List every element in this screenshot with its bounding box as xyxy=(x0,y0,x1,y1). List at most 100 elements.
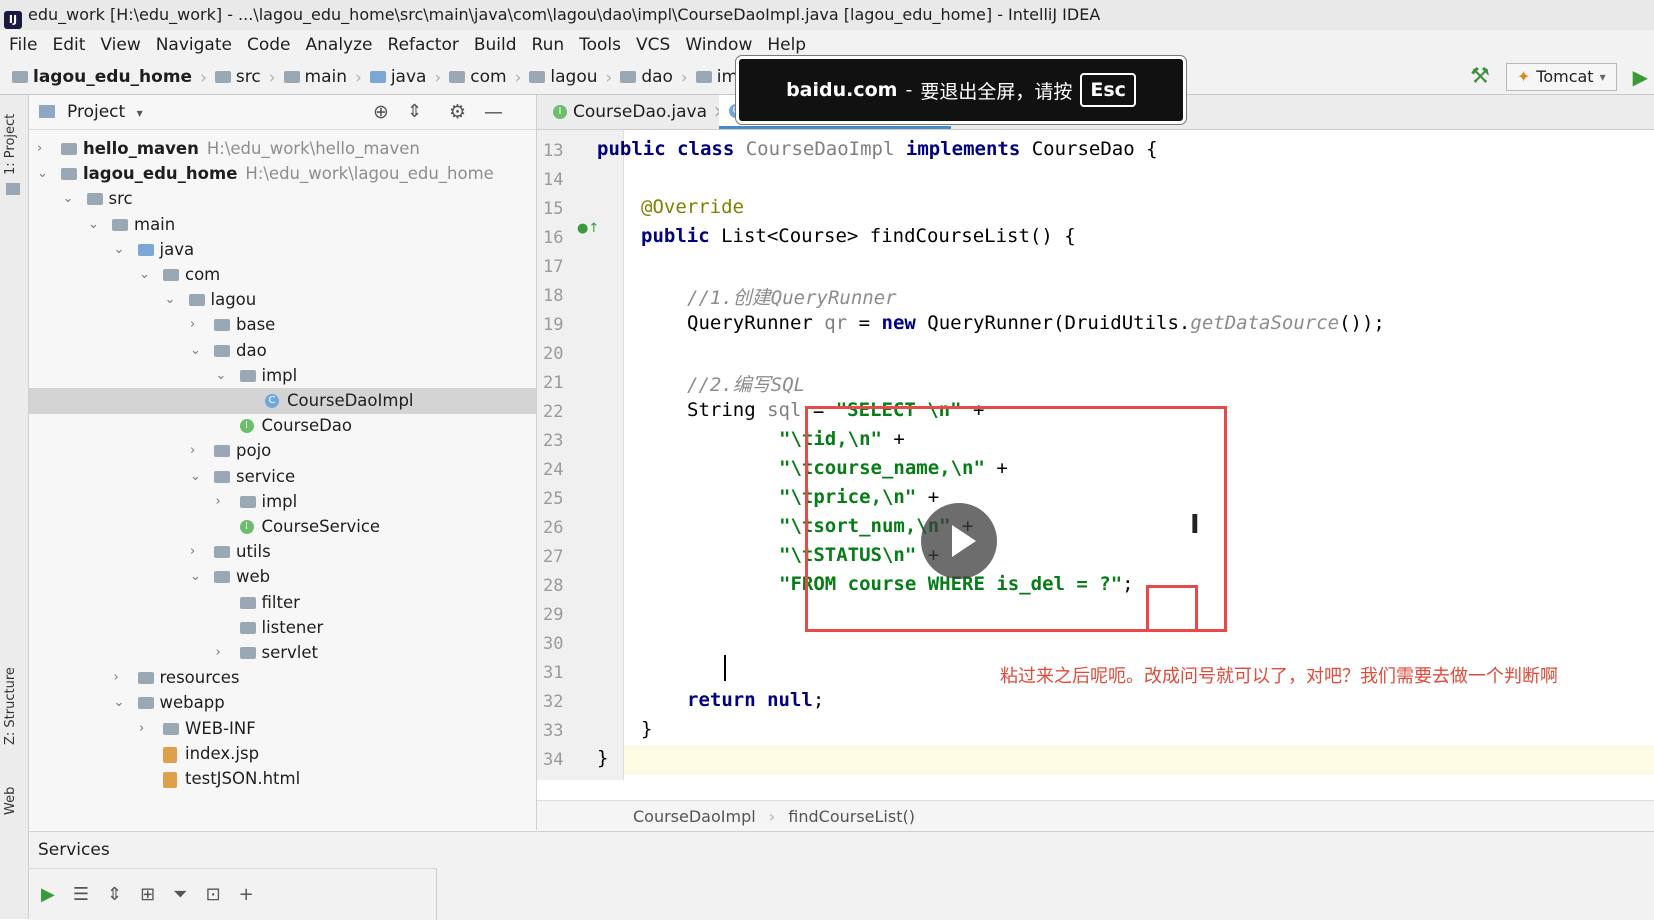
tree-item[interactable]: › base xyxy=(29,312,536,338)
menu-edit[interactable]: Edit xyxy=(52,35,85,55)
tree-item[interactable]: filter xyxy=(29,590,536,616)
tree-item[interactable]: › WEB-INF xyxy=(29,716,536,742)
tree-item[interactable]: testJSON.html xyxy=(29,766,536,792)
tree-item[interactable]: › resources xyxy=(29,665,536,691)
nav-crumb[interactable]: main xyxy=(283,60,347,94)
esc-key-badge[interactable]: Esc xyxy=(1080,73,1136,107)
tree-item[interactable]: ⌄ main xyxy=(29,212,536,238)
code-line[interactable]: QueryRunner qr = new QueryRunner(DruidUt… xyxy=(687,312,1385,334)
chevron-down-icon[interactable]: ▾ xyxy=(137,106,143,120)
tree-item[interactable]: index.jsp xyxy=(29,741,536,767)
chevron-right-icon[interactable]: › xyxy=(216,640,221,666)
tree-item[interactable]: ⌄ lagou_edu_home H:\edu_work\lagou_edu_hom… xyxy=(29,161,536,187)
tree-item[interactable]: › pojo xyxy=(29,438,536,464)
filter-icon[interactable]: ⏷ xyxy=(173,884,187,905)
code-line[interactable]: public List<Course> findCourseList() { xyxy=(641,225,1076,247)
tree-item[interactable]: listener xyxy=(29,615,536,641)
tree-item[interactable]: ⌄ src xyxy=(29,186,536,212)
project-panel-title[interactable]: Project xyxy=(67,102,125,122)
tree-item[interactable]: ⌄ dao xyxy=(29,338,536,364)
chevron-down-icon[interactable]: ⌄ xyxy=(114,237,125,263)
chevron-right-icon[interactable]: › xyxy=(190,539,195,565)
tree-item[interactable]: ⌄ lagou xyxy=(29,287,536,313)
chevron-down-icon[interactable]: ⌄ xyxy=(165,287,176,313)
run-icon[interactable]: ▶ xyxy=(1633,60,1648,94)
editor-tab[interactable]: ICourseDao.java× xyxy=(543,95,737,129)
chevron-down-icon[interactable]: ⌄ xyxy=(88,212,99,238)
breadcrumb-class[interactable]: CourseDaoImpl xyxy=(633,807,756,826)
nav-crumb[interactable]: com xyxy=(449,60,507,94)
chevron-right-icon[interactable]: › xyxy=(114,665,119,691)
code-line[interactable]: @Override xyxy=(641,196,744,218)
chevron-right-icon[interactable]: › xyxy=(190,312,195,338)
tree-item[interactable]: ⌄ com xyxy=(29,262,536,288)
expand-all-icon[interactable]: ☰ xyxy=(73,884,89,905)
code-line[interactable]: //1.创建QueryRunner xyxy=(687,283,897,310)
video-play-button[interactable] xyxy=(921,503,997,579)
code-line[interactable]: } xyxy=(597,747,608,769)
tree-item[interactable]: › servlet xyxy=(29,640,536,666)
chevron-down-icon[interactable]: ⌄ xyxy=(216,363,227,389)
menu-navigate[interactable]: Navigate xyxy=(156,35,232,55)
menu-run[interactable]: Run xyxy=(532,35,565,55)
tree-item[interactable]: ⌄ webapp xyxy=(29,690,536,716)
menu-tools[interactable]: Tools xyxy=(579,35,621,55)
code-line[interactable]: public class CourseDaoImpl implements Co… xyxy=(597,138,1158,160)
chevron-down-icon[interactable]: ⌄ xyxy=(190,564,201,590)
add-icon[interactable]: + xyxy=(239,884,254,905)
code-line[interactable]: return null; xyxy=(687,689,824,711)
menu-file[interactable]: File xyxy=(9,35,37,55)
structure-tool-tab[interactable]: Z: Structure xyxy=(3,667,18,745)
pin-icon[interactable]: ⊡ xyxy=(206,884,221,905)
tree-item[interactable]: ⌄ impl xyxy=(29,363,536,389)
collapse-all-icon[interactable]: ⇕ xyxy=(407,95,422,129)
menu-build[interactable]: Build xyxy=(474,35,517,55)
override-marker-icon[interactable]: ●↑ xyxy=(577,221,599,236)
nav-crumb[interactable]: src xyxy=(214,60,261,94)
menu-window[interactable]: Window xyxy=(685,35,752,55)
tree-item[interactable]: › impl xyxy=(29,489,536,515)
project-tool-tab[interactable]: 1: Project xyxy=(3,114,18,175)
nav-crumb[interactable]: dao xyxy=(620,60,673,94)
tree-item[interactable]: › utils xyxy=(29,539,536,565)
chevron-down-icon[interactable]: ⌄ xyxy=(190,464,201,490)
build-hammer-icon[interactable]: ⚒ xyxy=(1470,60,1490,94)
chevron-right-icon[interactable]: › xyxy=(190,438,195,464)
chevron-down-icon[interactable]: ⌄ xyxy=(190,338,201,364)
menu-refactor[interactable]: Refactor xyxy=(388,35,459,55)
menu-code[interactable]: Code xyxy=(247,35,291,55)
chevron-right-icon[interactable]: › xyxy=(139,716,144,742)
nav-crumb[interactable]: lagou xyxy=(529,60,598,94)
code-line[interactable]: //2.编写SQL xyxy=(687,370,805,397)
minimize-icon[interactable]: — xyxy=(484,95,503,129)
run-icon[interactable]: ▶ xyxy=(41,884,55,905)
group-icon[interactable]: ⊞ xyxy=(140,884,155,905)
tree-item[interactable]: › hello_maven H:\edu_work\hello_maven xyxy=(29,136,536,162)
chevron-down-icon[interactable]: ⌄ xyxy=(63,186,74,212)
run-config-selector[interactable]: ✦ Tomcat ▾ xyxy=(1505,63,1617,91)
chevron-down-icon[interactable]: ⌄ xyxy=(37,161,48,187)
locate-target-icon[interactable]: ⊕ xyxy=(373,95,389,129)
line-number: 17 xyxy=(543,257,564,277)
tree-item[interactable]: ⌄ service xyxy=(29,464,536,490)
gear-icon[interactable]: ⚙ xyxy=(449,95,466,129)
nav-crumb[interactable]: lagou_edu_home xyxy=(12,60,192,94)
tree-item[interactable]: I CourseDao xyxy=(29,413,536,439)
nav-crumb[interactable]: java xyxy=(369,60,426,94)
code-line[interactable]: } xyxy=(641,718,652,740)
tree-item[interactable]: I CourseService xyxy=(29,514,536,540)
chevron-right-icon[interactable]: › xyxy=(37,136,42,162)
menu-analyze[interactable]: Analyze xyxy=(306,35,373,55)
menu-view[interactable]: View xyxy=(100,35,140,55)
web-tool-tab[interactable]: Web xyxy=(3,787,18,815)
tree-item[interactable]: C CourseDaoImpl xyxy=(29,388,536,414)
chevron-down-icon[interactable]: ⌄ xyxy=(114,690,125,716)
breadcrumb-method[interactable]: findCourseList() xyxy=(788,807,915,826)
chevron-down-icon[interactable]: ⌄ xyxy=(139,262,150,288)
tree-item[interactable]: ⌄ java xyxy=(29,237,536,263)
tree-item[interactable]: ⌄ web xyxy=(29,564,536,590)
menu-vcs[interactable]: VCS xyxy=(636,35,670,55)
chevron-right-icon[interactable]: › xyxy=(216,489,221,515)
menu-help[interactable]: Help xyxy=(767,35,806,55)
collapse-all-icon[interactable]: ⇕ xyxy=(107,884,122,905)
